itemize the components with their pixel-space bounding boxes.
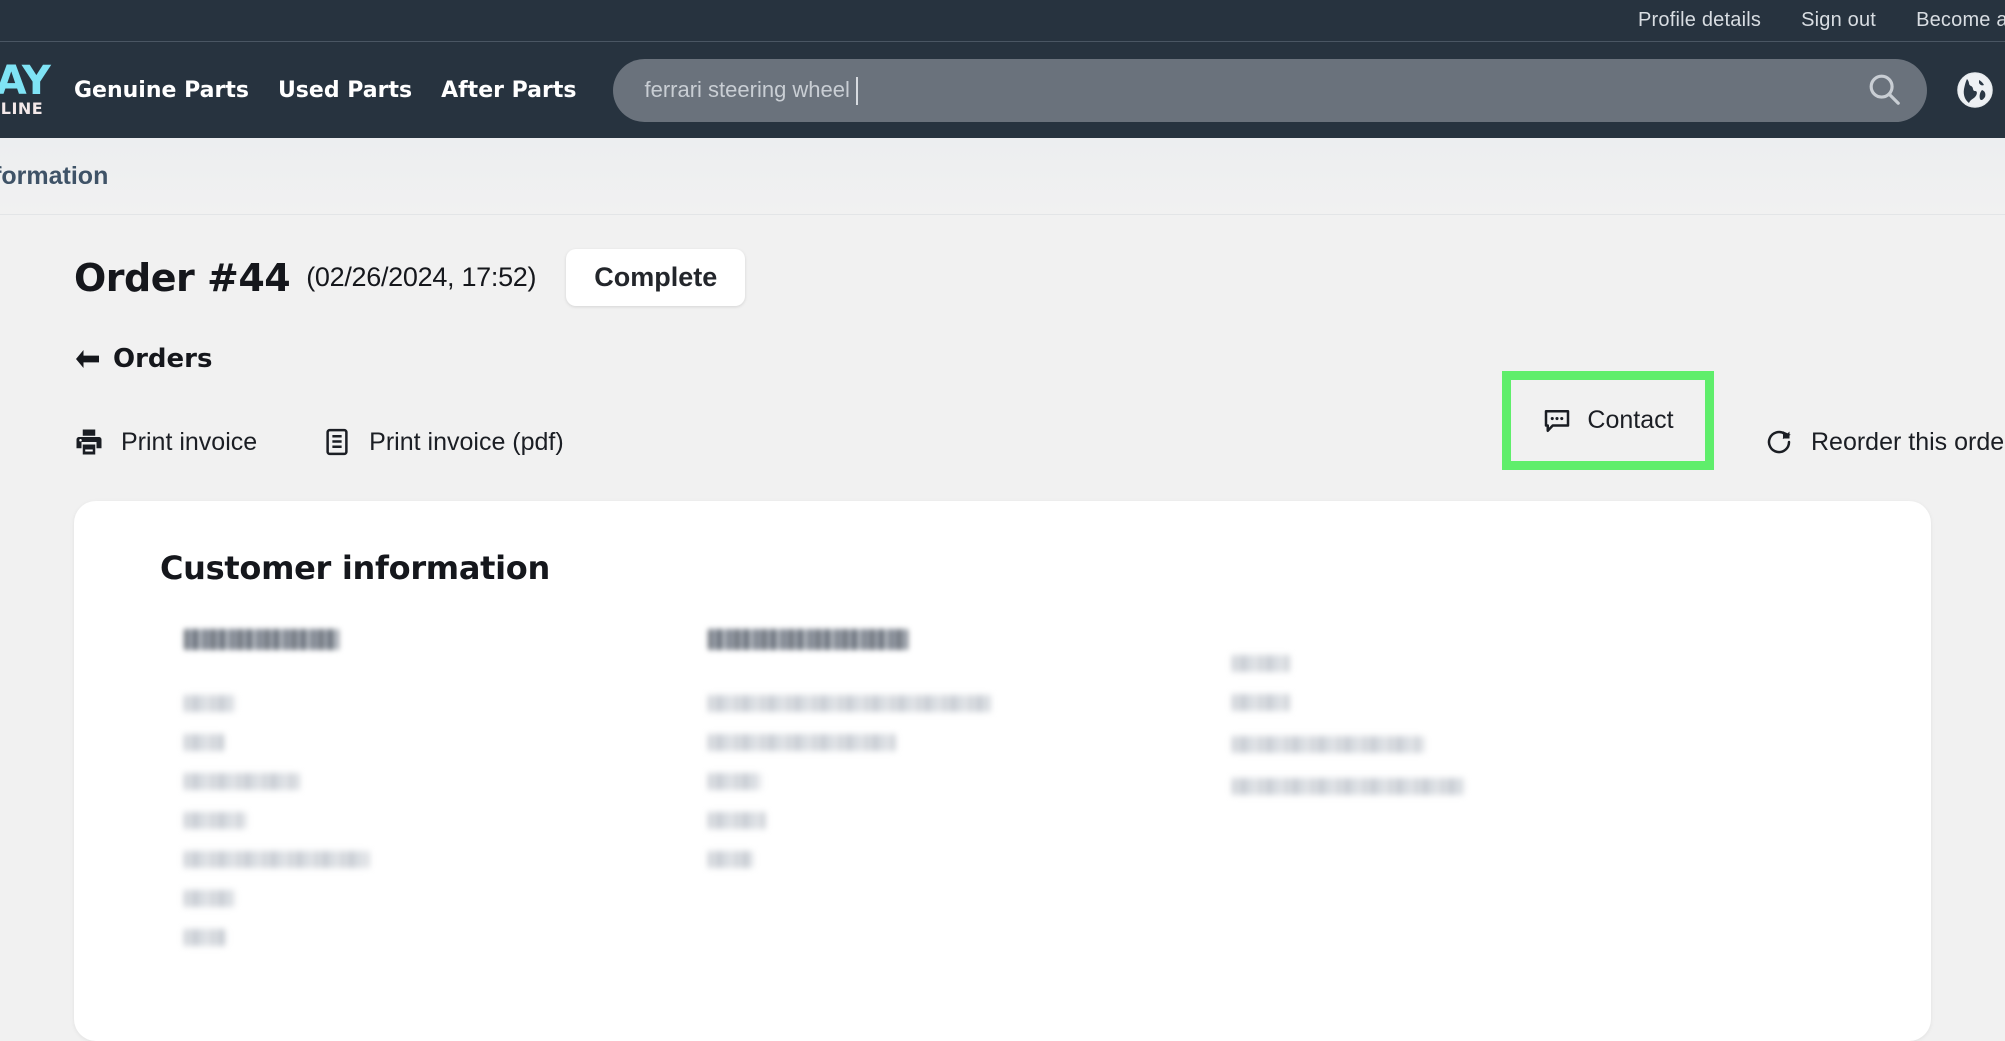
search-text-caret — [856, 76, 859, 105]
contact-detail-line — [1232, 655, 1465, 675]
page-title: Order #44 — [74, 255, 291, 300]
main-header: BAY ONLINE Genuine Parts Used Parts Afte… — [0, 42, 2005, 138]
print-invoice-pdf-label: Print invoice (pdf) — [369, 427, 564, 456]
card-title: Customer information — [160, 549, 550, 587]
order-date: (02/26/2024, 17:52) — [306, 262, 537, 292]
back-to-orders-link[interactable]: Orders — [74, 344, 212, 374]
redacted-text — [184, 773, 299, 790]
nav-item-after-parts[interactable]: After Parts — [441, 78, 576, 103]
shipping-line — [708, 851, 1232, 871]
redacted-text — [184, 734, 224, 751]
top-utility-links: Profile details Sign out Become a se — [1638, 9, 2005, 32]
search-icon — [1865, 70, 1903, 111]
order-actions-toolbar: Print invoice Print invoice (pdf) Contac… — [74, 371, 2005, 473]
shipping-line — [708, 812, 1232, 832]
contact-detail-line — [1232, 778, 1465, 798]
breadcrumb[interactable]: der information — [0, 162, 108, 191]
top-utility-bar: Profile details Sign out Become a se — [0, 0, 2005, 42]
contact-detail-line — [1232, 736, 1465, 756]
redacted-text — [1232, 778, 1465, 795]
refresh-icon — [1764, 427, 1794, 457]
shipping-address-column — [708, 629, 1232, 968]
nav-item-used-parts[interactable]: Used Parts — [278, 78, 412, 103]
customer-information-card: Customer information — [74, 501, 1931, 1041]
print-invoice-label: Print invoice — [121, 427, 258, 456]
breadcrumb-strip: der information — [0, 138, 2005, 215]
billing-line — [184, 734, 708, 754]
contact-label: Contact — [1587, 406, 1674, 434]
redacted-text — [184, 695, 236, 712]
primary-nav: Genuine Parts Used Parts After Parts — [74, 78, 576, 103]
page-content: Order #44 (02/26/2024, 17:52) Complete O… — [0, 215, 2005, 1041]
status-badge[interactable]: Complete — [566, 249, 746, 306]
shipping-address-heading — [708, 629, 1232, 657]
shipping-line — [708, 773, 1232, 793]
become-a-seller-link[interactable]: Become a se — [1916, 9, 2005, 32]
redacted-text — [184, 890, 236, 907]
reorder-label: Reorder this order — [1811, 427, 2005, 456]
address-columns — [74, 587, 1931, 968]
redacted-text — [184, 851, 369, 868]
redacted-text — [708, 812, 766, 829]
shipping-heading-redacted — [708, 629, 908, 650]
billing-heading-redacted — [184, 629, 339, 650]
redacted-text — [1232, 694, 1290, 711]
logo-secondary-text: ONLINE — [0, 99, 44, 119]
profile-details-link[interactable]: Profile details — [1638, 9, 1761, 32]
nav-item-genuine-parts[interactable]: Genuine Parts — [74, 78, 249, 103]
billing-line — [184, 812, 708, 832]
printer-icon — [74, 427, 104, 457]
search-submit-button[interactable] — [1841, 59, 1927, 122]
reorder-this-order-button[interactable]: Reorder this order — [1764, 427, 2005, 457]
redacted-text — [184, 929, 226, 946]
billing-line — [184, 773, 708, 793]
billing-address-heading — [184, 629, 708, 657]
contact-highlight-box: Contact — [1502, 371, 1714, 470]
redacted-text — [708, 734, 896, 751]
print-invoice-pdf-button[interactable]: Print invoice (pdf) — [322, 427, 564, 457]
contact-details-column — [1232, 629, 1465, 968]
billing-line — [184, 890, 708, 910]
arrow-left-icon — [74, 348, 100, 370]
contact-button[interactable]: Contact — [1542, 406, 1674, 436]
billing-line — [184, 851, 708, 871]
redacted-text — [708, 695, 991, 712]
redacted-text — [184, 812, 246, 829]
logo-primary-text: BAY — [0, 58, 51, 105]
redacted-text — [1232, 655, 1290, 672]
globe-icon[interactable] — [1955, 70, 1995, 110]
print-invoice-button[interactable]: Print invoice — [74, 427, 257, 457]
order-header: Order #44 (02/26/2024, 17:52) Complete — [74, 215, 1931, 306]
sign-out-link[interactable]: Sign out — [1801, 9, 1876, 32]
contact-detail-line — [1232, 694, 1465, 714]
site-logo[interactable]: BAY ONLINE — [0, 58, 54, 119]
search-bar[interactable] — [613, 58, 1928, 122]
back-to-orders-label: Orders — [113, 344, 213, 374]
document-icon — [322, 427, 352, 457]
shipping-line — [708, 734, 1232, 754]
chat-bubble-icon — [1542, 406, 1572, 436]
redacted-text — [708, 773, 761, 790]
billing-address-column — [184, 629, 708, 968]
redacted-text — [1232, 736, 1424, 753]
redacted-text — [708, 851, 753, 868]
billing-line — [184, 695, 708, 715]
billing-line — [184, 929, 708, 949]
search-input[interactable] — [613, 77, 1842, 103]
shipping-line — [708, 695, 1232, 715]
